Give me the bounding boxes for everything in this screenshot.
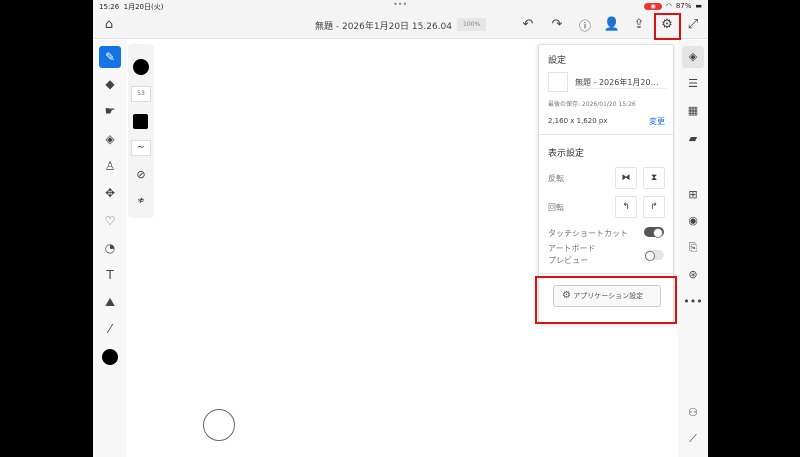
fullscreen-icon[interactable]: ⤢ [683,17,703,32]
flip-horizontal-icon[interactable]: ⧓ [615,167,637,189]
divider [539,134,673,135]
more-icon[interactable]: ••• [682,291,704,313]
change-size-link[interactable]: 変更 [649,116,665,127]
clone-stamp-tool-icon[interactable]: ♙ [99,155,121,177]
recording-indicator-icon: ◉ [644,2,662,10]
document-title-text: 無題 - 2026年1月20日 15.26.04 [315,22,452,32]
share-icon[interactable]: ⇪ [629,17,649,32]
divider [539,273,673,274]
zoom-level[interactable]: 100% [457,18,487,31]
blend-mode-icon[interactable]: ⊛ [682,264,704,286]
touch-shortcut-label: タッチショートカット [548,229,628,238]
text-tool-icon[interactable]: T [99,264,121,286]
app-settings-highlight-box [535,276,677,324]
battery-level: 87% [675,2,692,10]
lasso-tool-icon[interactable]: ♡ [99,210,121,232]
flip-vertical-icon[interactable]: ⧗ [643,167,665,189]
eyedropper-tool-icon[interactable]: ⁄ [99,318,121,340]
brush-size[interactable]: 53 [131,86,151,102]
brush-options-panel: 53 ∼ ⊘ ≉ [128,44,154,218]
image-place-tool-icon[interactable]: ⛰ [99,291,121,313]
layers-icon[interactable]: ◈ [682,46,704,68]
smoothing-icon[interactable]: ∼ [131,140,151,156]
paint-brush-tool-icon[interactable]: ✎ [99,46,121,68]
top-toolbar: ⌂ 無題 - 2026年1月20日 15.26.04 ⌄ 100% ↶ ↷ ⓘ … [93,12,708,40]
battery-icon: ▬ [695,2,702,10]
adjustments-icon[interactable]: ☰ [682,73,704,95]
date: 1月20日(火) [123,3,164,11]
pressure-settings-icon[interactable]: ≉ [131,196,151,206]
right-toolbar: ◈ ☰ ▦ ▰ ⊞ ◉ ⎘ ⊛ ••• ⚇ ⟋ [678,40,708,457]
clock: 15:26 [99,3,120,11]
home-icon[interactable]: ⌂ [99,17,119,32]
artboard-preview-label-2: プレビュー [548,256,588,265]
artboard-preview-label-1: アートボード [548,244,596,253]
shape-tool-icon[interactable]: ◔ [99,237,121,259]
app-screen: 15:26 1月20日(火) ••• ◉ ◠ 87% ▬ ⌂ 無題 - 2026年1月… [93,0,708,457]
document-title[interactable]: 無題 - 2026年1月20日 15.26.04 ⌄ [315,19,462,32]
touch-shortcut-toggle[interactable] [644,227,664,238]
redo-icon[interactable]: ↷ [547,17,567,32]
canvas-dimensions: 2,160 x 1,620 px [548,117,608,125]
flip-label: 反転 [548,174,564,183]
settings-heading: 設定 [548,56,567,66]
document-name-field[interactable]: 無題 - 2026年1月20… [575,77,667,89]
visibility-icon[interactable]: ◉ [682,210,704,232]
grid-icon[interactable]: ▦ [682,100,704,122]
smudge-tool-icon[interactable]: ☛ [99,100,121,122]
artboard-preview-toggle[interactable] [644,250,664,261]
import-icon[interactable]: ⎘ [682,237,704,259]
wifi-icon: ◠ [665,2,672,10]
display-settings-heading: 表示設定 [548,149,585,159]
move-tool-icon[interactable]: ✥ [99,182,121,204]
invite-icon[interactable]: 👤 [602,17,622,32]
multitask-dots-icon[interactable]: ••• [393,0,407,9]
fill-tool-icon[interactable]: ◈ [99,128,121,150]
ruler-icon[interactable]: ⟋ [682,428,704,450]
brush-preview [133,59,149,75]
brush-settings-icon[interactable]: ⊘ [131,168,151,181]
rotate-left-icon[interactable]: ↰ [615,196,637,218]
add-layer-icon[interactable]: ⊞ [682,184,704,206]
shapes-icon[interactable]: ⚇ [682,402,704,424]
comments-icon[interactable]: ▰ [682,128,704,150]
status-bar: 15:26 1月20日(火) ••• ◉ ◠ 87% ▬ [93,0,708,12]
brush-opacity-swatch[interactable] [133,114,148,129]
last-saved: 最後の保存: 2026/01/20 15:26 [548,101,636,108]
rotate-label: 回転 [548,203,564,212]
gear-highlight-box [654,13,681,40]
document-thumbnail [548,72,568,92]
brush-cursor [203,409,235,441]
eraser-tool-icon[interactable]: ◆ [99,73,121,95]
left-toolbar: ✎ ◆ ☛ ◈ ♙ ✥ ♡ ◔ T ⛰ ⁄ [93,40,127,457]
undo-icon[interactable]: ↶ [518,17,538,32]
rotate-right-icon[interactable]: ↱ [643,196,665,218]
help-icon[interactable]: ⓘ [575,17,595,34]
color-swatch[interactable] [99,346,121,368]
